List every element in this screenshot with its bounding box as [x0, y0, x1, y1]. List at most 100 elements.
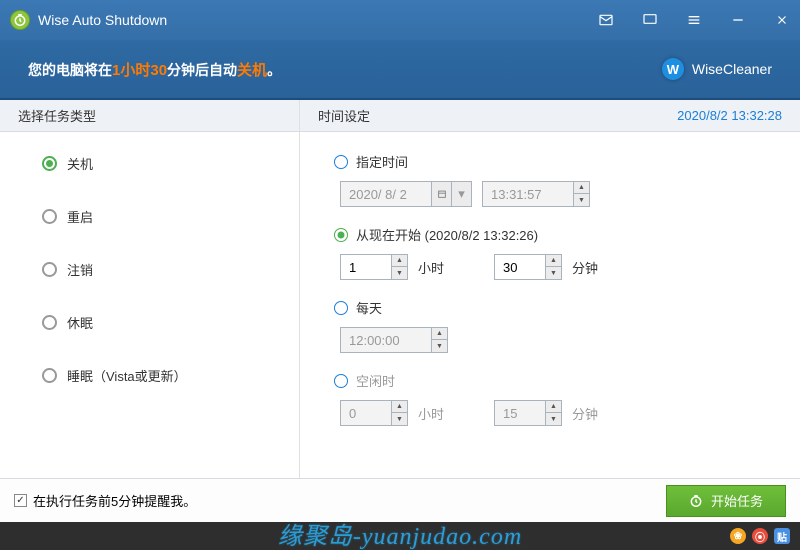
idle-mins-spinner[interactable]: 15 ▲▼ — [494, 400, 562, 426]
mins-unit: 分钟 — [572, 258, 598, 277]
task-restart[interactable]: 重启 — [42, 207, 299, 226]
spinner: ▲▼ — [573, 182, 589, 206]
brand-label: WiseCleaner — [692, 61, 772, 77]
close-button[interactable] — [774, 12, 790, 28]
brand-link[interactable]: W WiseCleaner — [662, 58, 772, 80]
app-icon — [10, 10, 30, 30]
time-settings-header: 时间设定 2020/8/2 13:32:28 — [300, 100, 800, 132]
task-label: 睡眠（Vista或更新） — [67, 366, 187, 385]
idle-hours-spinner[interactable]: 0 ▲▼ — [340, 400, 408, 426]
task-label: 重启 — [67, 207, 93, 226]
spin-down-icon[interactable]: ▼ — [392, 267, 407, 279]
radio-icon — [42, 368, 57, 383]
task-hibernate[interactable]: 休眠 — [42, 313, 299, 332]
share-tieba-icon[interactable]: 贴 — [774, 528, 790, 544]
spin-down-icon[interactable]: ▼ — [574, 194, 589, 206]
share-qzone-icon[interactable]: ❀ — [730, 528, 746, 544]
app-title: Wise Auto Shutdown — [38, 12, 598, 28]
option-label: 从现在开始 (2020/8/2 13:32:26) — [356, 225, 538, 244]
mins-spinner[interactable]: 30 ▲▼ — [494, 254, 562, 280]
option-idle: 空闲时 0 ▲▼ 小时 15 ▲▼ 分钟 — [334, 371, 800, 426]
current-time: 2020/8/2 13:32:28 — [677, 108, 782, 123]
option-daily: 每天 12:00:00 ▲▼ — [334, 298, 800, 353]
radio-icon — [42, 262, 57, 277]
option-label: 空闲时 — [356, 371, 395, 390]
option-specified-time: 指定时间 2020/ 8/ 2 ▾ 13:31:57 ▲▼ — [334, 152, 800, 207]
spin-up-icon[interactable]: ▲ — [432, 328, 447, 340]
titlebar-buttons — [598, 12, 790, 28]
task-shutdown[interactable]: 关机 — [42, 154, 299, 173]
spin-down-icon[interactable]: ▼ — [546, 413, 561, 425]
task-list: 关机 重启 注销 休眠 睡眠（Vista或更新） — [0, 132, 299, 385]
time-value: 13:31:57 — [483, 187, 573, 202]
titlebar: Wise Auto Shutdown — [0, 0, 800, 40]
brand-badge-icon: W — [662, 58, 684, 80]
footer-icons: ❀ ⦿ 贴 — [730, 528, 790, 544]
daily-time-spinner[interactable]: 12:00:00 ▲▼ — [340, 327, 448, 353]
spinner: ▲▼ — [391, 255, 407, 279]
radio-icon — [334, 301, 348, 315]
mail-icon[interactable] — [598, 12, 614, 28]
spinner: ▲▼ — [391, 401, 407, 425]
task-logoff[interactable]: 注销 — [42, 260, 299, 279]
idle-hours-value: 0 — [341, 406, 391, 421]
status-hours-unit: 小时 — [120, 62, 150, 79]
minimize-button[interactable] — [730, 12, 746, 28]
task-label: 注销 — [67, 260, 93, 279]
checkbox-icon: ✓ — [14, 494, 27, 507]
clock-icon — [689, 494, 703, 508]
spin-up-icon[interactable]: ▲ — [546, 401, 561, 413]
share-weibo-icon[interactable]: ⦿ — [752, 528, 768, 544]
date-picker[interactable]: 2020/ 8/ 2 ▾ — [340, 181, 472, 207]
idle-mins-unit: 分钟 — [572, 404, 598, 423]
calendar-icon[interactable] — [431, 182, 451, 206]
content-area: 选择任务类型 关机 重启 注销 休眠 睡眠（Vista或更新） 时间设定 202… — [0, 100, 800, 478]
status-text: 您的电脑将在1小时30分钟后自动关机。 — [28, 59, 281, 80]
idle-mins-value: 15 — [495, 406, 545, 421]
spin-down-icon[interactable]: ▼ — [392, 413, 407, 425]
menu-icon[interactable] — [686, 12, 702, 28]
radio-icon — [334, 374, 348, 388]
task-label: 休眠 — [67, 313, 93, 332]
status-mins-num: 30 — [150, 62, 167, 79]
status-period: 。 — [267, 62, 281, 78]
time-header-label: 时间设定 — [318, 106, 370, 125]
time-spinner[interactable]: 13:31:57 ▲▼ — [482, 181, 590, 207]
watermark-text: 缘聚岛-yuanjudao.com — [278, 516, 522, 551]
spin-down-icon[interactable]: ▼ — [546, 267, 561, 279]
spin-down-icon[interactable]: ▼ — [432, 340, 447, 352]
mins-value: 30 — [495, 260, 545, 275]
spinner: ▲▼ — [545, 401, 561, 425]
spin-up-icon[interactable]: ▲ — [546, 255, 561, 267]
option-from-now: 从现在开始 (2020/8/2 13:32:26) 1 ▲▼ 小时 30 ▲▼ … — [334, 225, 800, 280]
feedback-icon[interactable] — [642, 12, 658, 28]
radio-icon — [42, 209, 57, 224]
option-idle-radio-row[interactable]: 空闲时 — [334, 371, 800, 390]
spinner: ▲▼ — [431, 328, 447, 352]
option-fromnow-radio-row[interactable]: 从现在开始 (2020/8/2 13:32:26) — [334, 225, 800, 244]
remind-checkbox[interactable]: ✓ 在执行任务前5分钟提醒我。 — [14, 491, 196, 510]
dropdown-icon[interactable]: ▾ — [451, 182, 471, 206]
start-task-button[interactable]: 开始任务 — [666, 485, 786, 517]
hours-spinner[interactable]: 1 ▲▼ — [340, 254, 408, 280]
status-banner: 您的电脑将在1小时30分钟后自动关机。 W WiseCleaner — [0, 40, 800, 100]
date-value: 2020/ 8/ 2 — [341, 187, 431, 202]
spin-up-icon[interactable]: ▲ — [392, 401, 407, 413]
spin-up-icon[interactable]: ▲ — [392, 255, 407, 267]
radio-icon — [42, 156, 57, 171]
footer: 缘聚岛-yuanjudao.com ❀ ⦿ 贴 — [0, 522, 800, 550]
option-daily-radio-row[interactable]: 每天 — [334, 298, 800, 317]
task-label: 关机 — [67, 154, 93, 173]
idle-hours-unit: 小时 — [418, 404, 444, 423]
option-label: 指定时间 — [356, 152, 408, 171]
option-specified-radio-row[interactable]: 指定时间 — [334, 152, 800, 171]
hours-unit: 小时 — [418, 258, 444, 277]
bottom-bar: ✓ 在执行任务前5分钟提醒我。 开始任务 — [0, 478, 800, 522]
remind-label: 在执行任务前5分钟提醒我。 — [33, 491, 196, 510]
task-sleep[interactable]: 睡眠（Vista或更新） — [42, 366, 299, 385]
spin-up-icon[interactable]: ▲ — [574, 182, 589, 194]
radio-icon — [42, 315, 57, 330]
radio-icon — [334, 228, 348, 242]
spinner: ▲▼ — [545, 255, 561, 279]
task-type-header: 选择任务类型 — [0, 100, 299, 132]
